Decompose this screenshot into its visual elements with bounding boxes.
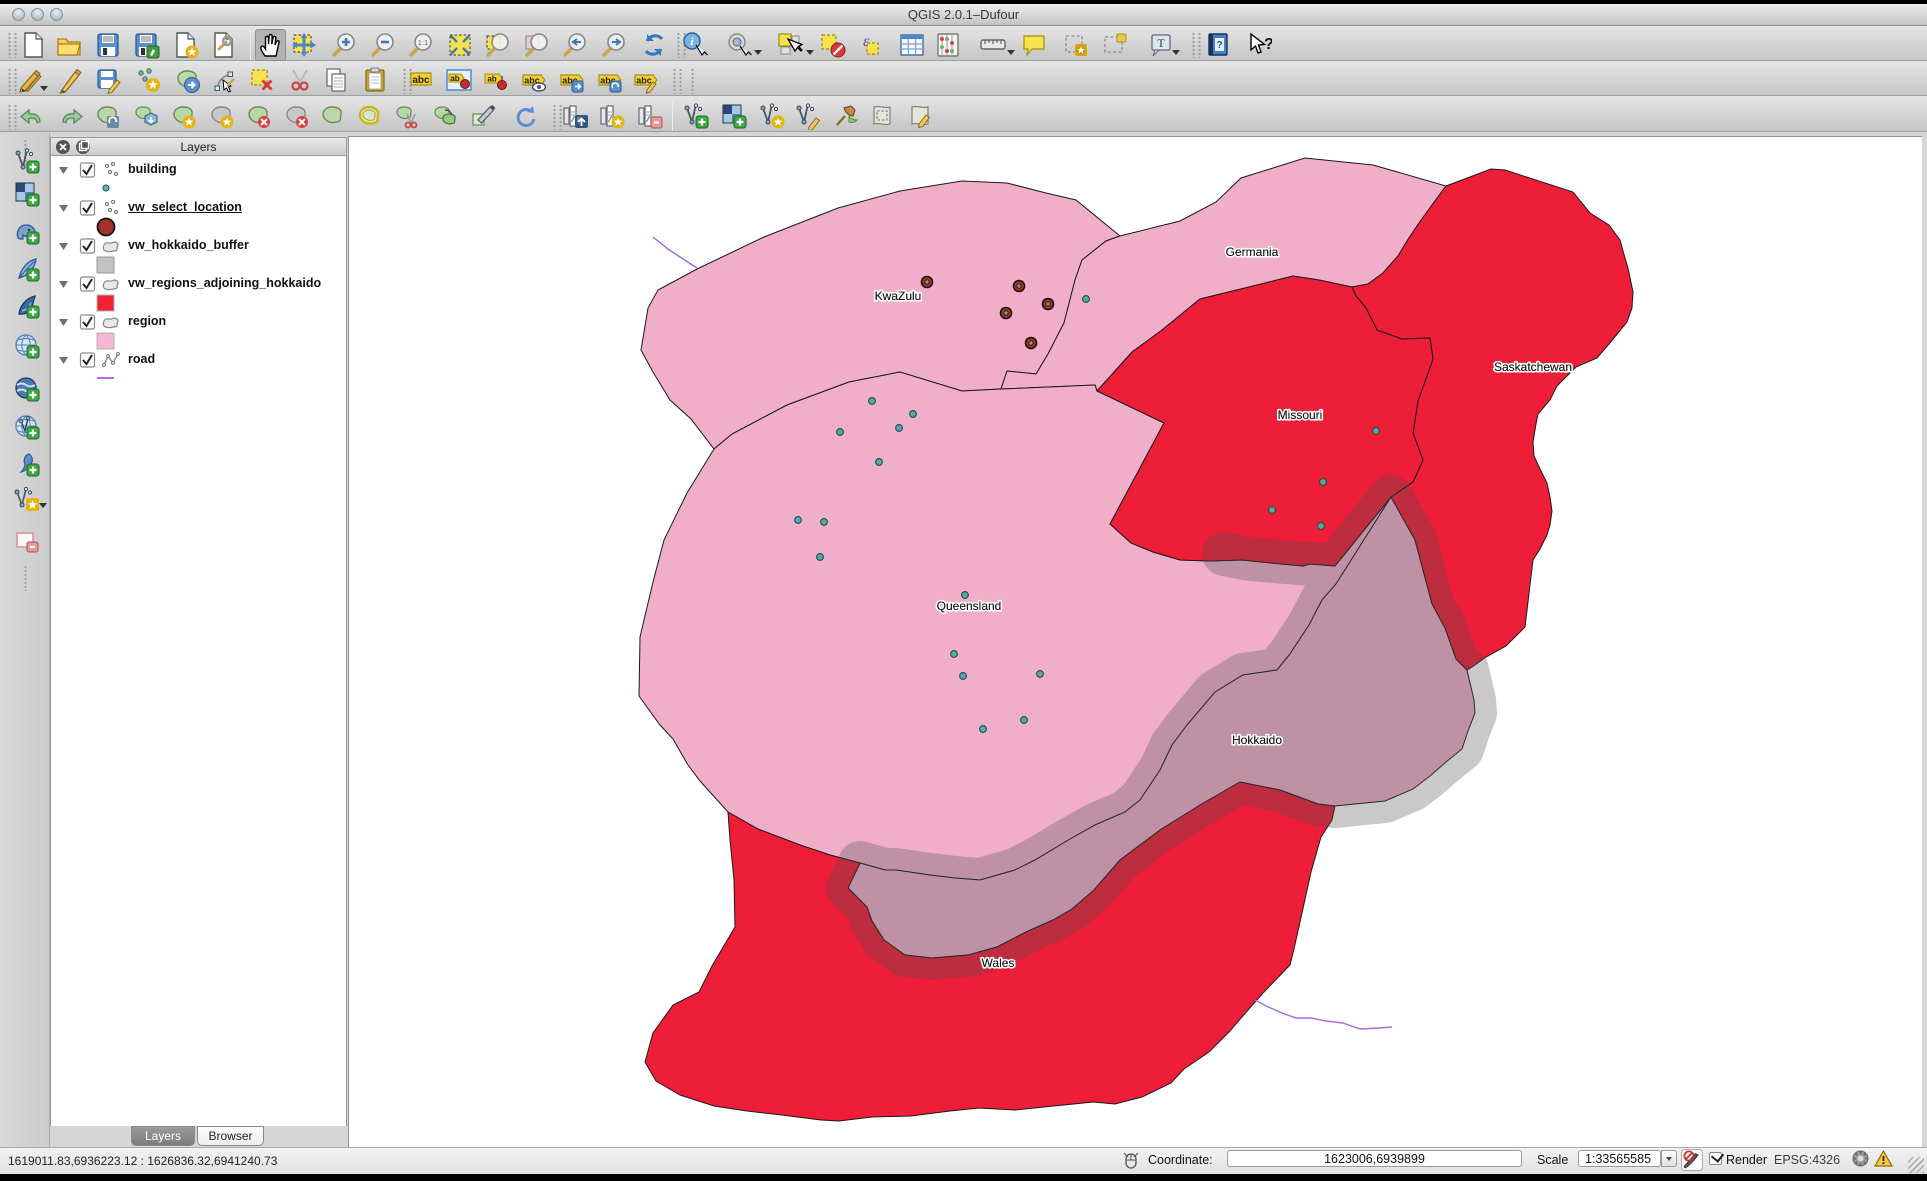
- svg-text:Queensland: Queensland: [937, 599, 1002, 613]
- svg-text:ab: ab: [487, 75, 496, 84]
- svg-text:Saskatchewan: Saskatchewan: [1494, 360, 1572, 374]
- svg-text:abc: abc: [636, 76, 652, 86]
- svg-text:Missouri: Missouri: [1278, 408, 1323, 422]
- svg-text:T: T: [1157, 36, 1165, 50]
- svg-text:Germania: Germania: [1226, 245, 1279, 259]
- svg-text:abc: abc: [412, 75, 430, 86]
- svg-text:?: ?: [1264, 36, 1272, 53]
- svg-text:KwaZulu: KwaZulu: [875, 289, 922, 303]
- svg-text:Wales: Wales: [982, 956, 1015, 970]
- svg-text:?: ?: [1216, 40, 1222, 51]
- svg-text:Hokkaido: Hokkaido: [1232, 733, 1282, 747]
- svg-text:1:1: 1:1: [418, 38, 428, 47]
- svg-text:ab: ab: [450, 74, 459, 83]
